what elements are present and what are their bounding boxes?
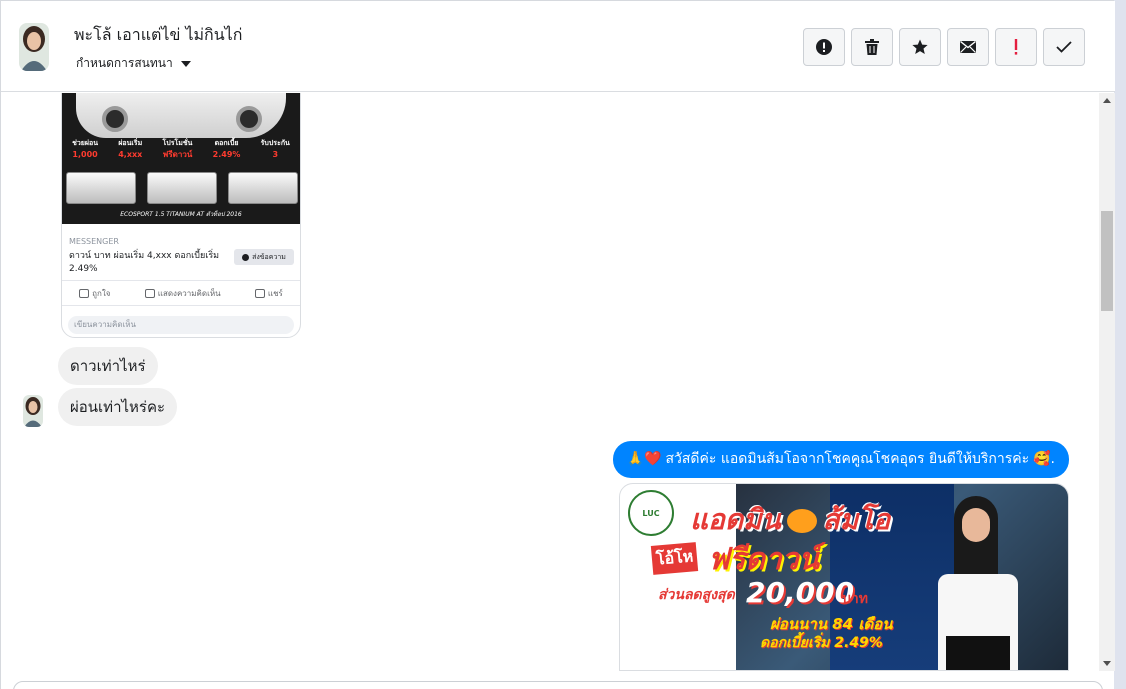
star-icon [912, 39, 928, 54]
car-thumbnails [66, 172, 298, 206]
incoming-message-bubble[interactable]: ดาวเท่าไหร่ [58, 347, 158, 385]
send-message-label: ส่งข้อความ [252, 252, 286, 261]
thumbs-up-icon [79, 288, 90, 298]
promo-value: 3 [272, 150, 279, 159]
comment-label: แสดงความคิดเห็น [157, 288, 221, 298]
envelope-icon [960, 41, 976, 53]
scroll-down-arrow-icon[interactable] [1103, 661, 1111, 666]
inbox-window: พะโล้ เอาแต่ไข่ ไม่กินไก่ กำหนดการสนทนา [0, 0, 1126, 689]
like-button[interactable]: ถูกใจ [79, 287, 110, 300]
promo-interest: ดอกเบี้ยเริ่ม 2.49% [760, 635, 883, 651]
car-wheel [236, 106, 262, 132]
promo-label: ดอกเบี้ย [214, 139, 239, 147]
dealer-logo: LUC [628, 490, 674, 536]
post-source: MESSENGER [69, 237, 119, 246]
contact-avatar-small [23, 395, 43, 427]
exclamation-icon [1014, 39, 1018, 55]
pomelo-icon [786, 509, 817, 533]
promo-value: 2.49% [212, 150, 241, 159]
promo-value: 1,000 [72, 150, 98, 159]
promo-value: 4,xxx [118, 150, 143, 159]
car-thumbnail [228, 172, 298, 204]
post-actions: ถูกใจ แสดงความคิดเห็น แชร์ [62, 280, 300, 306]
promo-label: รับประกัน [260, 139, 290, 147]
mark-unread-button[interactable] [947, 28, 989, 66]
share-icon [254, 288, 265, 298]
promo-title-left: แอดมิน [690, 503, 781, 536]
check-icon [1056, 41, 1072, 53]
like-label: ถูกใจ [92, 288, 111, 298]
message-list[interactable]: ช่วยผ่อน 1,000 ผ่อนเริ่ม 4,xxx โปรโมชั่นฟร… [1, 93, 1099, 671]
admin-photo [920, 496, 1030, 670]
message-composer[interactable] [13, 681, 1103, 689]
promo-title-right: ส้มโอ [822, 503, 891, 536]
promo-label: ผ่อนเริ่ม [118, 139, 143, 147]
assign-conversation-dropdown[interactable]: กำหนดการสนทนา [76, 54, 191, 73]
promo-discount-unit: บาท [842, 591, 868, 607]
delete-button[interactable] [851, 28, 893, 66]
promo-image[interactable]: LUC แอดมิน ส้มโอ โอ้โห ฟรีดาวน์ ส่วนลดสูง… [619, 483, 1069, 671]
car-thumbnail [147, 172, 217, 204]
outgoing-message-text: สวัสดีค่ะ แอดมินส้มโอจากโชคคูณโชคอุดร ยิ… [665, 451, 1030, 467]
conversation-header: พะโล้ เอาแต่ไข่ ไม่กินไก่ กำหนดการสนทนา [1, 1, 1115, 92]
alert-circle-icon [816, 39, 832, 55]
conversation-panel: พะโล้ เอาแต่ไข่ ไม่กินไก่ กำหนดการสนทนา [0, 0, 1115, 689]
promo-row: ช่วยผ่อน 1,000 ผ่อนเริ่ม 4,xxx โปรโมชั่นฟร… [62, 138, 300, 168]
report-spam-button[interactable] [803, 28, 845, 66]
post-text: ดาวน์ บาท ผ่อนเริ่ม 4,xxx ดอกเบี้ยเริ่ม … [69, 251, 220, 274]
star-button[interactable] [899, 28, 941, 66]
page-edge-strip [1114, 0, 1126, 689]
car-ad-caption: ECOSPORT 1.5 TITANIUM AT ตัวท็อป 2016 [120, 211, 242, 218]
caret-down-icon [180, 60, 191, 67]
send-message-button[interactable]: ส่งข้อความ [234, 249, 294, 265]
assign-label: กำหนดการสนทนา [76, 56, 173, 70]
incoming-message-bubble[interactable]: ผ่อนเท่าไหร่คะ [58, 388, 178, 426]
emoji-prefix: 🙏❤️ [626, 451, 662, 467]
share-button[interactable]: แชร์ [254, 287, 283, 300]
scroll-up-arrow-icon[interactable] [1103, 98, 1111, 103]
mark-done-button[interactable] [1043, 28, 1085, 66]
promo-discount-amount: 20,000 [746, 576, 855, 609]
promo-free-tag: โอ้โห [650, 542, 699, 575]
emoji-suffix: 🥰. [1033, 451, 1055, 467]
contact-avatar[interactable] [19, 23, 49, 71]
message-scrollbar[interactable] [1099, 93, 1115, 671]
scrollbar-thumb[interactable] [1101, 211, 1113, 311]
promo-label: โปรโมชั่น [162, 139, 193, 147]
promo-value: ฟรีดาวน์ [162, 150, 193, 159]
shared-post-card[interactable]: ช่วยผ่อน 1,000 ผ่อนเริ่ม 4,xxx โปรโมชั่นฟร… [61, 93, 301, 338]
comment-icon [144, 288, 155, 298]
promo-discount-label: ส่วนลดสูงสุด [658, 587, 735, 603]
car-wheel [102, 106, 128, 132]
outgoing-message-bubble[interactable]: 🙏❤️ สวัสดีค่ะ แอดมินส้มโอจากโชคคูณโชคอุด… [612, 441, 1069, 478]
contact-name[interactable]: พะโล้ เอาแต่ไข่ ไม่กินไก่ [74, 23, 242, 48]
messenger-icon [242, 253, 250, 261]
share-label: แชร์ [267, 288, 283, 298]
header-actions [803, 28, 1085, 66]
comment-button[interactable]: แสดงความคิดเห็น [144, 287, 221, 300]
promo-label: ช่วยผ่อน [72, 139, 98, 147]
car-ad-image: ช่วยผ่อน 1,000 ผ่อนเริ่ม 4,xxx โปรโมชั่นฟร… [62, 93, 300, 224]
car-thumbnail [66, 172, 136, 204]
comment-input[interactable]: เขียนความคิดเห็น [68, 316, 294, 334]
trash-icon [865, 39, 879, 55]
follow-up-button[interactable] [995, 28, 1037, 66]
